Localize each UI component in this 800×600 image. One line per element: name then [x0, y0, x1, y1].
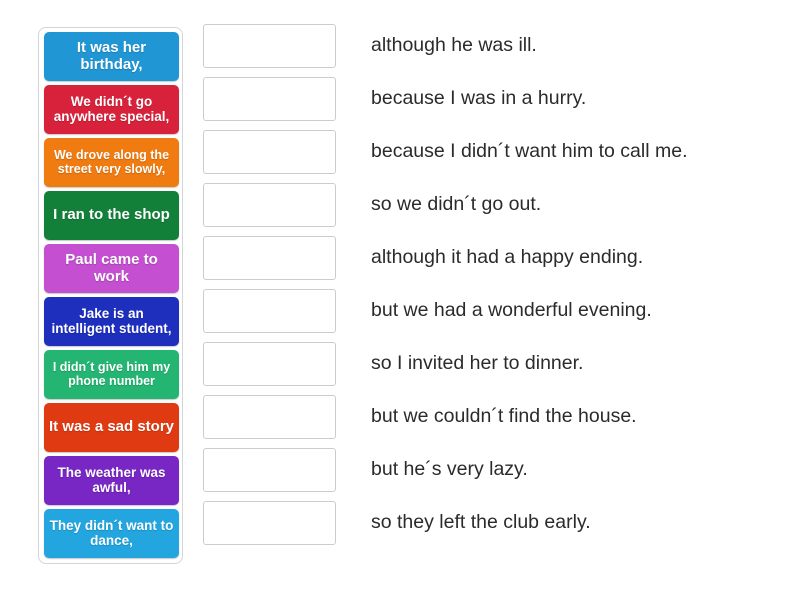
draggable-tile-label: Jake is an intelligent student,: [51, 305, 172, 336]
draggable-tile-label: The weather was awful,: [57, 464, 166, 495]
draggable-tile[interactable]: Jake is an intelligent student,: [44, 297, 179, 346]
answer-text: because I didn´t want him to call me.: [371, 140, 688, 163]
drop-zone[interactable]: [203, 24, 336, 68]
answer-text: but we couldn´t find the house.: [371, 405, 637, 428]
draggable-tile-label: They didn´t want to dance,: [49, 517, 174, 548]
answer-text: so they left the club early.: [371, 511, 591, 534]
drop-zone[interactable]: [203, 236, 336, 280]
answer-text: but we had a wonderful evening.: [371, 299, 652, 322]
draggable-tile-label: Paul came to work: [65, 251, 158, 285]
answer-row: so they left the club early.: [203, 501, 688, 545]
draggable-tile-label: We drove along the street very slowly,: [53, 148, 170, 176]
answer-row: but he´s very lazy.: [203, 448, 688, 492]
answer-row: so we didn´t go out.: [203, 183, 688, 227]
draggable-tile[interactable]: The weather was awful,: [44, 456, 179, 505]
drop-zone[interactable]: [203, 395, 336, 439]
answer-text: so we didn´t go out.: [371, 193, 542, 216]
answer-text: although it had a happy ending.: [371, 246, 644, 269]
answer-rows-panel: although he was ill. because I was in a h…: [203, 24, 688, 545]
draggable-tile[interactable]: They didn´t want to dance,: [44, 509, 179, 558]
drop-zone[interactable]: [203, 130, 336, 174]
answer-text: although he was ill.: [371, 34, 537, 57]
draggable-tile-label: I didn´t give him my phone number: [52, 360, 171, 388]
drop-zone[interactable]: [203, 183, 336, 227]
answer-text: because I was in a hurry.: [371, 87, 587, 110]
draggable-tile[interactable]: Paul came to work: [44, 244, 179, 293]
drop-zone[interactable]: [203, 77, 336, 121]
draggable-tile[interactable]: It was her birthday,: [44, 32, 179, 81]
draggable-tile[interactable]: We didn´t go anywhere special,: [44, 85, 179, 134]
draggable-tile[interactable]: It was a sad story: [44, 403, 179, 452]
draggable-tile-label: It was her birthday,: [76, 39, 147, 73]
draggable-tile[interactable]: I didn´t give him my phone number: [44, 350, 179, 399]
answer-text: but he´s very lazy.: [371, 458, 528, 481]
answer-row: because I didn´t want him to call me.: [203, 130, 688, 174]
draggable-tile-label: We didn´t go anywhere special,: [53, 93, 170, 124]
answer-row: but we couldn´t find the house.: [203, 395, 688, 439]
drop-zone[interactable]: [203, 289, 336, 333]
draggable-tile[interactable]: We drove along the street very slowly,: [44, 138, 179, 187]
drop-zone[interactable]: [203, 501, 336, 545]
match-up-activity: It was her birthday, We didn´t go anywher…: [0, 0, 800, 600]
answer-row: because I was in a hurry.: [203, 77, 688, 121]
answer-row: although it had a happy ending.: [203, 236, 688, 280]
draggable-tile-label: It was a sad story: [48, 418, 175, 436]
draggable-tile-label: I ran to the shop: [53, 206, 170, 224]
answer-text: so I invited her to dinner.: [371, 352, 584, 375]
draggable-tile[interactable]: I ran to the shop: [44, 191, 179, 240]
answer-row: so I invited her to dinner.: [203, 342, 688, 386]
drop-zone[interactable]: [203, 448, 336, 492]
answer-row: although he was ill.: [203, 24, 688, 68]
draggable-tiles-panel: It was her birthday, We didn´t go anywher…: [38, 27, 183, 564]
answer-row: but we had a wonderful evening.: [203, 289, 688, 333]
drop-zone[interactable]: [203, 342, 336, 386]
